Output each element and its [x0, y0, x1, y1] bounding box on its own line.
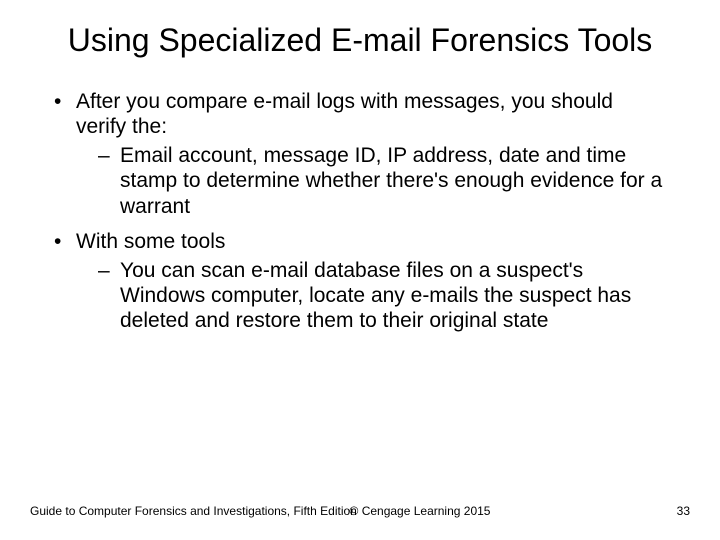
- bullet-text: After you compare e-mail logs with messa…: [76, 90, 613, 138]
- sub-bullet-text: You can scan e-mail database files on a …: [120, 259, 631, 332]
- slide-body: After you compare e-mail logs with messa…: [0, 59, 720, 334]
- sub-bullet-text: Email account, message ID, IP address, d…: [120, 144, 662, 217]
- sub-list: Email account, message ID, IP address, d…: [76, 143, 668, 219]
- footer-copyright: © Cengage Learning 2015: [0, 504, 720, 518]
- list-item: After you compare e-mail logs with messa…: [52, 89, 668, 219]
- footer-page-number: 33: [677, 504, 690, 518]
- list-item: With some tools You can scan e-mail data…: [52, 229, 668, 334]
- slide: Using Specialized E-mail Forensics Tools…: [0, 0, 720, 540]
- slide-title: Using Specialized E-mail Forensics Tools: [0, 0, 720, 59]
- sub-list: You can scan e-mail database files on a …: [76, 258, 668, 334]
- bullet-list: After you compare e-mail logs with messa…: [52, 89, 668, 334]
- list-item: You can scan e-mail database files on a …: [76, 258, 668, 334]
- list-item: Email account, message ID, IP address, d…: [76, 143, 668, 219]
- bullet-text: With some tools: [76, 230, 225, 253]
